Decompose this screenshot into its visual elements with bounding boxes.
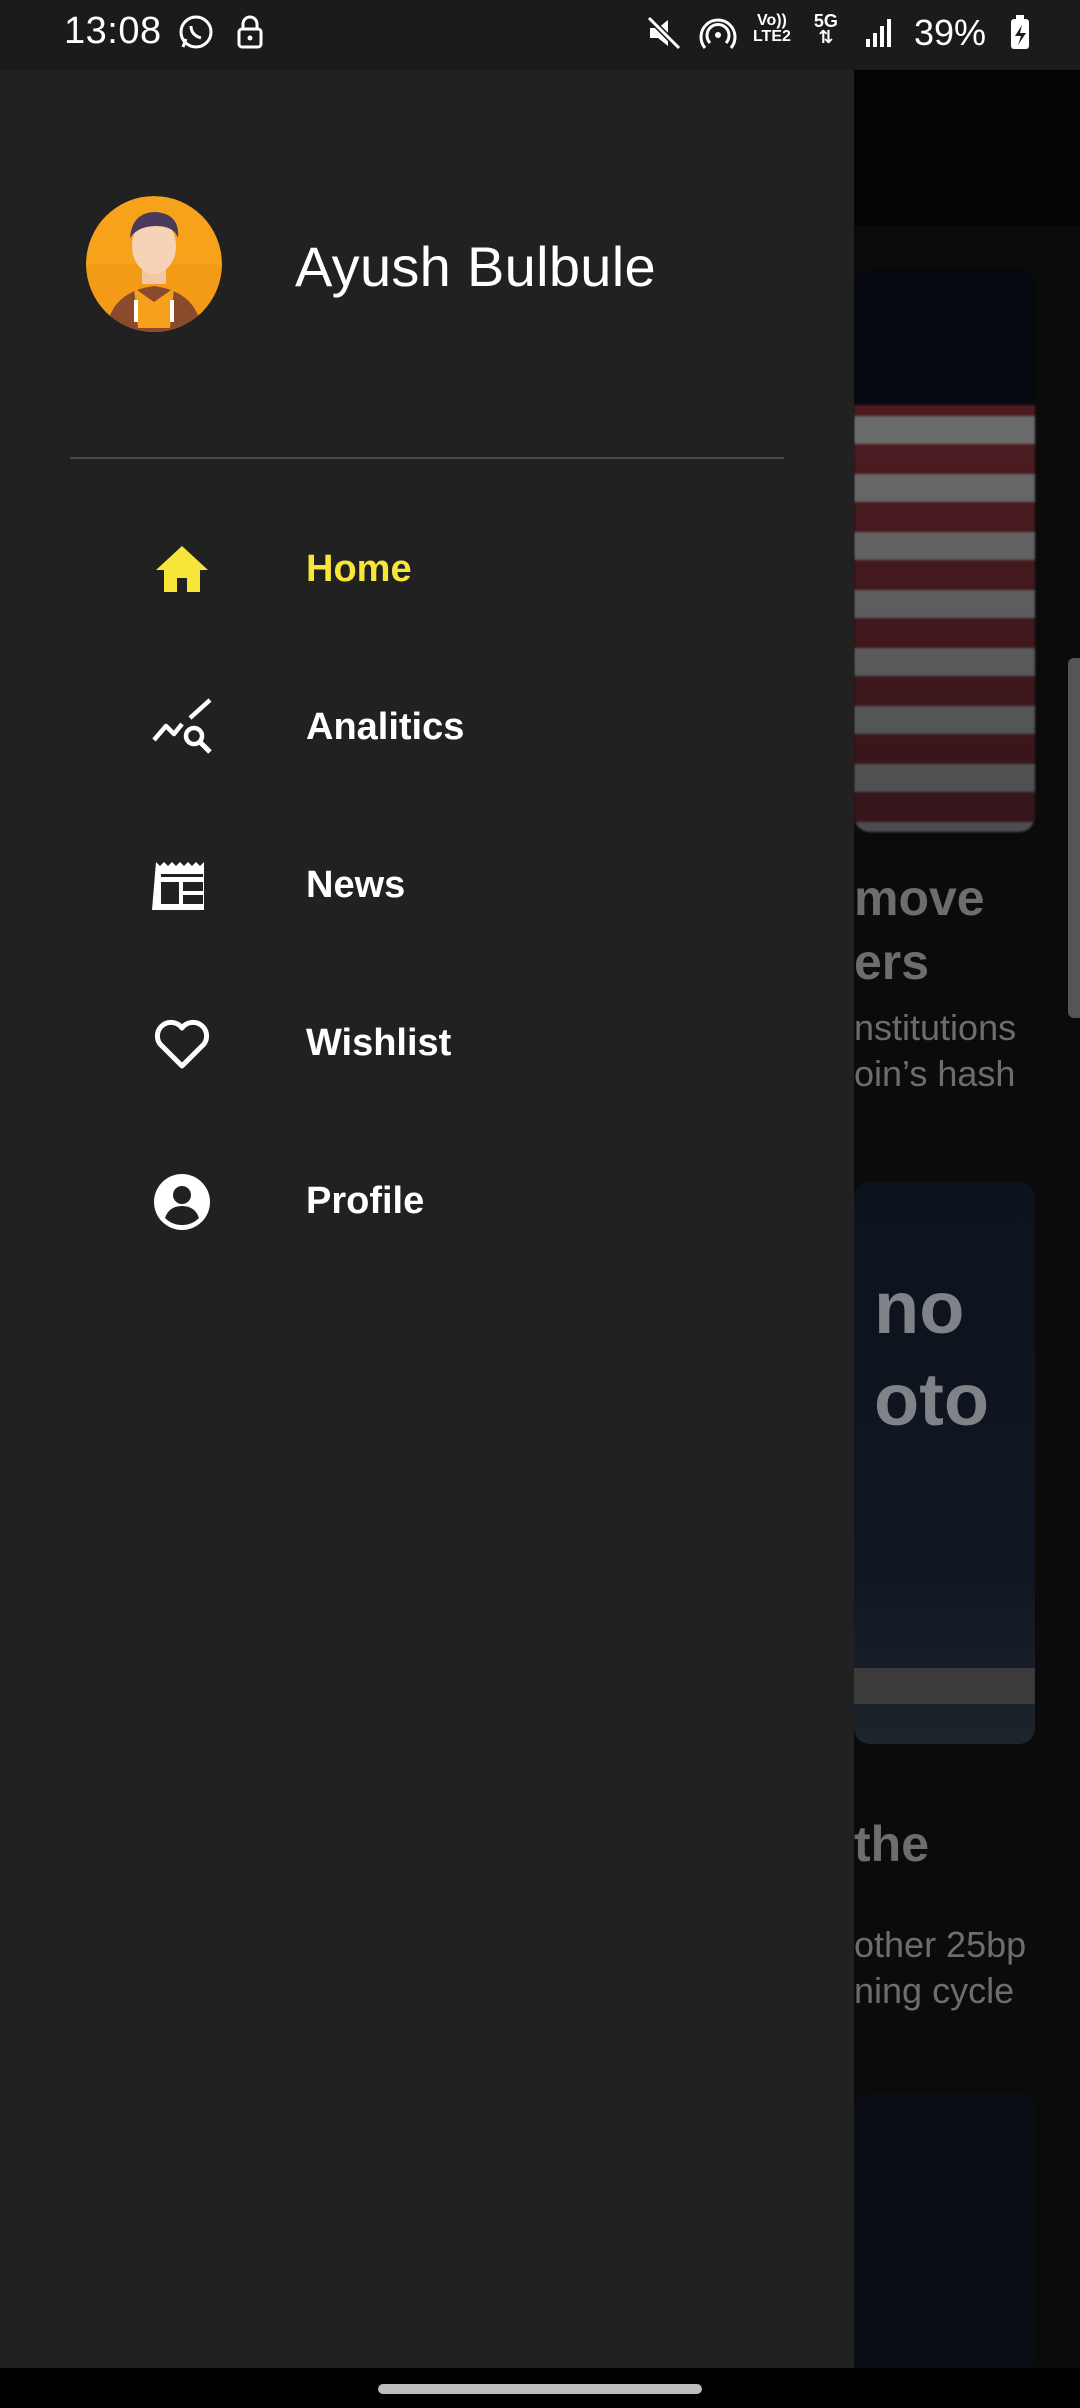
hotspot-icon (698, 13, 738, 53)
status-left: 13:08 (64, 10, 270, 53)
status-time: 13:08 (64, 10, 162, 52)
drawer-item-label: Analitics (306, 706, 465, 748)
image-text-line: no (874, 1266, 965, 1349)
news-card-image[interactable] (854, 2094, 1035, 2374)
image-strip (854, 1668, 1035, 1704)
drawer-item-profile[interactable]: Profile (0, 1142, 854, 1262)
user-name: Ayush Bulbule (295, 235, 656, 298)
drawer-item-analytics[interactable]: Analitics (0, 668, 854, 788)
news-card-summary: nstitutions oin’s hash (854, 1005, 1016, 1097)
status-bar: 13:08 Vo)) LTE2 5G ⇅ 39% (0, 0, 1080, 70)
drawer-item-home[interactable]: Home (0, 510, 854, 630)
news-card-summary-line: nstitutions (854, 1007, 1017, 1048)
lock-icon (230, 12, 270, 52)
drawer-divider (70, 457, 784, 459)
analytics-icon (152, 698, 212, 758)
news-card-summary-line: oin’s hash (854, 1053, 1016, 1094)
news-card-image-dark[interactable]: no oto (854, 1182, 1035, 1744)
home-icon (152, 540, 212, 600)
avatar[interactable] (86, 196, 222, 332)
news-card-title-line: the (854, 1816, 929, 1872)
news-card-title-line: ers (854, 934, 930, 990)
drawer-item-wishlist[interactable]: Wishlist (0, 984, 854, 1104)
navigation-drawer: Ayush Bulbule Home Analitics News Wishli… (0, 70, 854, 2368)
heart-icon (152, 1014, 212, 1074)
news-card-summary-line: other 25bp (854, 1924, 1027, 1965)
news-card-title[interactable]: the (854, 1812, 929, 1876)
drawer-item-label: Wishlist (306, 1022, 452, 1064)
news-card-title-line: move (854, 870, 985, 926)
drawer-item-news[interactable]: News (0, 826, 854, 946)
battery-charging-icon (1000, 13, 1040, 53)
whatsapp-icon (176, 12, 216, 52)
mute-icon (644, 13, 684, 53)
news-card-summary-line: ning cycle (854, 1970, 1015, 2011)
volte-icon: Vo)) LTE2 (752, 13, 792, 53)
news-card-image-flag[interactable] (854, 270, 1035, 832)
status-right: Vo)) LTE2 5G ⇅ 39% (644, 12, 1040, 54)
drawer-item-label: News (306, 864, 406, 906)
drawer-item-label: Home (306, 548, 412, 590)
scrollbar-thumb[interactable] (1068, 658, 1080, 1018)
home-gesture-handle[interactable] (378, 2384, 702, 2394)
news-icon (152, 856, 212, 916)
screen: 13:08 Vo)) LTE2 5G ⇅ 39% move ers nstitu… (0, 0, 1080, 2408)
image-text-line: oto (874, 1358, 990, 1441)
news-card-image-text: no oto (874, 1262, 989, 1446)
account-circle-icon (152, 1172, 212, 1232)
volte-label-top: Vo)) (756, 12, 787, 29)
news-card-title[interactable]: move ers (854, 866, 985, 994)
drawer-item-label: Profile (306, 1180, 425, 1222)
news-card-summary: other 25bp ning cycle (854, 1922, 1026, 2014)
volte-label-bottom: LTE2 (752, 28, 791, 45)
battery-percentage: 39% (913, 12, 986, 53)
5g-icon: 5G ⇅ (806, 12, 846, 53)
system-nav-bar (0, 2368, 1080, 2408)
signal-icon (860, 13, 900, 53)
